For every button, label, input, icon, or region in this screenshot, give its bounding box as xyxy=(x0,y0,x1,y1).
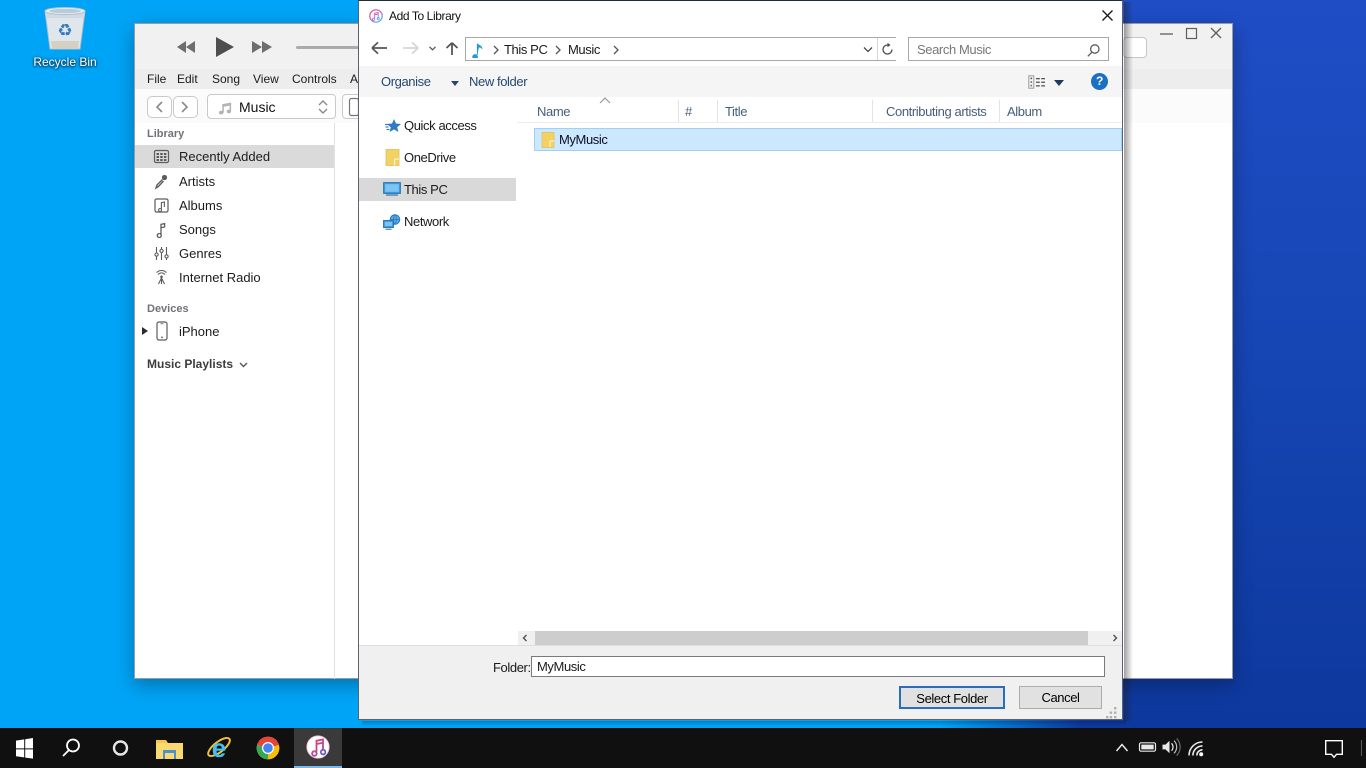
svg-text:e: e xyxy=(212,733,226,763)
svg-text:♻: ♻ xyxy=(57,21,72,40)
